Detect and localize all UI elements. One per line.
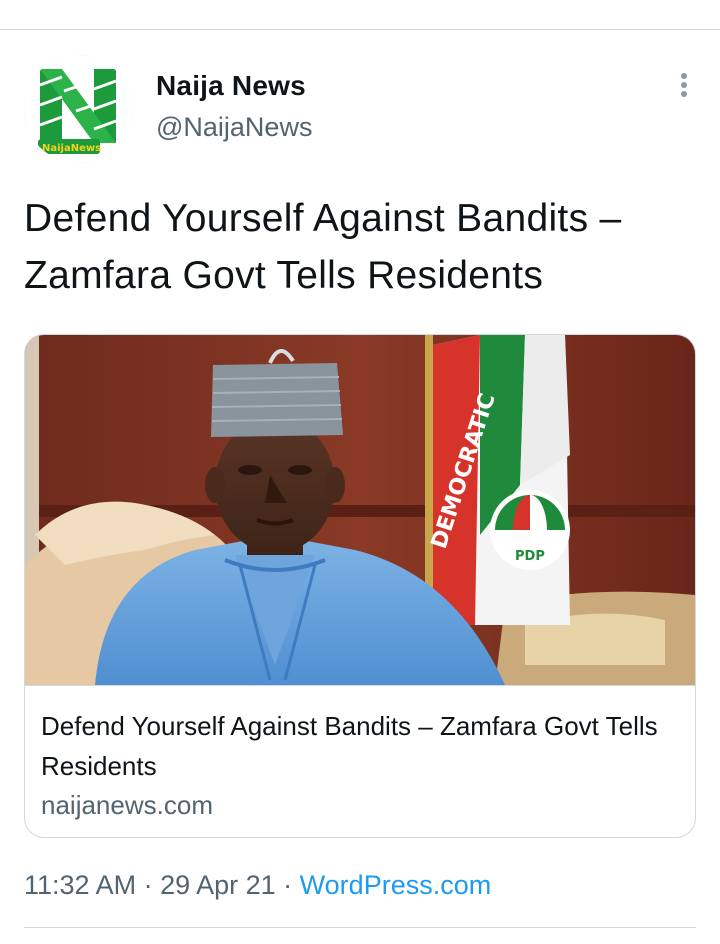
tweet-header: NaijaNews Naija News @NaijaNews (24, 55, 696, 165)
avatar[interactable]: NaijaNews (24, 55, 132, 163)
card-body[interactable]: Defend Yourself Against Bandits – Zamfar… (25, 685, 695, 837)
tweet-meta: 11:32 AM · 29 Apr 21 · WordPress.com (24, 867, 491, 903)
card-domain: naijanews.com (41, 790, 213, 820)
meta-separator: · (136, 870, 161, 900)
author-handle[interactable]: @NaijaNews (156, 110, 312, 144)
naija-news-logo: NaijaNews (24, 55, 132, 163)
more-vertical-icon[interactable] (678, 73, 690, 101)
author-display-name[interactable]: Naija News (156, 69, 312, 103)
bottom-divider (24, 927, 696, 928)
flag-badge-text: PDP (515, 549, 545, 564)
tweet-text: Defend Yourself Against Bandits – Zamfar… (24, 197, 622, 297)
tweet[interactable]: NaijaNews Naija News @NaijaNews Defend Y… (0, 30, 720, 944)
card-title[interactable]: Defend Yourself Against Bandits – Zamfar… (41, 706, 661, 786)
tweet-time[interactable]: 11:32 AM (24, 870, 136, 900)
avatar-logo-text: NaijaNews (42, 143, 101, 154)
tweet-source-link[interactable]: WordPress.com (300, 870, 492, 900)
author-names: Naija News @NaijaNews (156, 69, 312, 144)
card-photo: DEMOCRATIC PDP (25, 335, 695, 685)
meta-separator: · (275, 870, 300, 900)
tweet-date[interactable]: 29 Apr 21 (160, 870, 276, 900)
link-card[interactable]: DEMOCRATIC PDP Defend Yourself Against B… (24, 334, 696, 838)
card-image[interactable]: DEMOCRATIC PDP (25, 335, 695, 685)
